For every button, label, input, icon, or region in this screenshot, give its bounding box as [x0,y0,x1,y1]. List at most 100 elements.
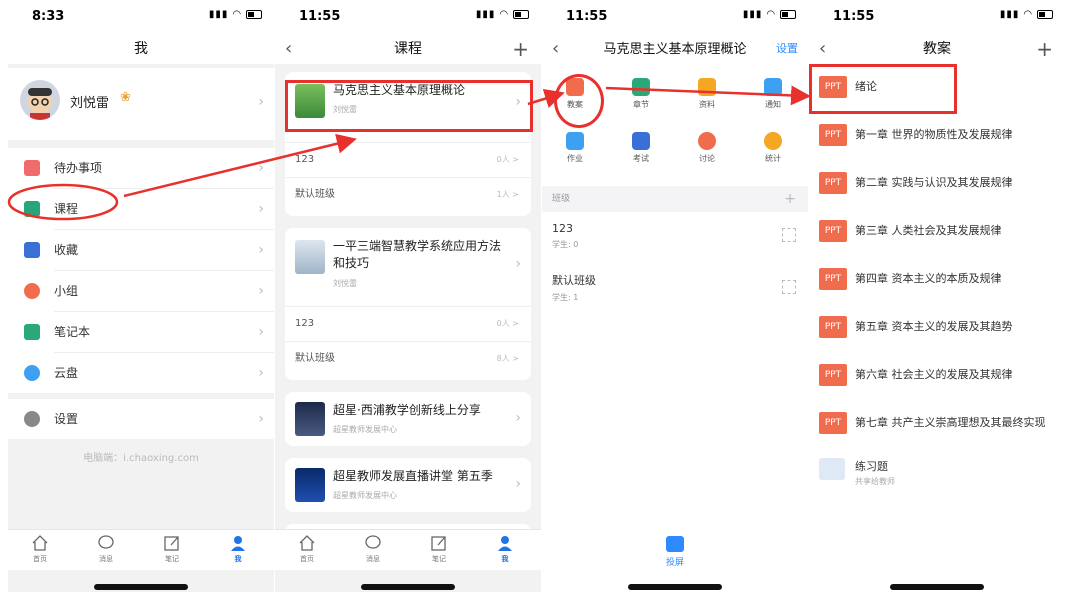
lesson-item[interactable]: PPT 第六章 社会主义的发展及其规律 [809,352,1065,400]
lesson-item[interactable]: PPT 第一章 世界的物质性及发展规律 [809,112,1065,160]
group-icon [24,283,40,299]
grid-item-exam[interactable]: 考试 [616,132,666,164]
status-icons: ▮▮▮ ◠ [743,9,796,20]
class-item[interactable]: 默认班级 学生: 1 [552,272,596,303]
status-time: 11:55 [833,9,875,24]
menu-item-todo[interactable]: 待办事项 › [8,148,274,188]
class-row[interactable]: 123 0人 > [285,142,531,177]
chevron-right-icon: › [258,283,264,299]
tab-messages[interactable]: 消息 [353,534,393,564]
add-icon[interactable]: + [512,34,529,64]
course-card[interactable]: 超星教师发展直播讲堂 第五季 超星教师发展中心 › [285,458,531,512]
qr-code-icon[interactable] [782,280,796,294]
bookmark-icon [24,242,40,258]
lesson-item[interactable]: PPT 第二章 实践与认识及其发展规律 [809,160,1065,208]
homework-icon [566,132,584,150]
page-title: 马克思主义基本原理概论 [603,42,747,57]
menu-item-label: 小组 [54,284,79,298]
grid-item-stats[interactable]: 统计 [748,132,798,164]
grid-item-discussion[interactable]: 讨论 [682,132,732,164]
notebook-icon [24,324,40,340]
lesson-item[interactable]: PPT 第三章 人类社会及其发展规律 [809,208,1065,256]
status-icons: ▮▮▮ ◠ [1000,9,1053,20]
tab-notes[interactable]: 笔记 [152,534,192,564]
menu-item-notebook[interactable]: 笔记本 › [8,312,274,352]
course-title: 超星教师发展直播讲堂 第五季 [333,469,493,483]
back-icon[interactable]: ‹ [819,34,826,64]
tab-me[interactable]: 我 [485,534,525,564]
course-author: 超星教师发展中心 [333,491,397,500]
tab-messages[interactable]: 消息 [86,534,126,564]
menu-item-label: 笔记本 [54,325,91,339]
battery-icon [1037,9,1053,19]
profile-badge-icon: ❀ [120,90,131,105]
class-row[interactable]: 123 0人 > [285,306,531,341]
menu-item-bookmarks[interactable]: 收藏 › [8,230,274,270]
grid-item-materials[interactable]: 资料 [682,78,732,110]
course-card[interactable]: 超星·西浦教学创新线上分享 超星教师发展中心 › [285,392,531,446]
cast-label: 投屏 [665,558,684,568]
menu-item-cloud[interactable]: 云盘 › [8,353,274,393]
user-icon [231,536,245,551]
add-icon[interactable]: + [1036,34,1053,64]
status-time: 11:55 [566,9,608,24]
menu-item-course[interactable]: 课程 › [8,189,274,229]
tab-home[interactable]: 首页 [287,534,327,564]
course-thumbnail [295,468,325,502]
menu-item-settings[interactable]: 设置 › [8,399,274,439]
grid-item-label: 资料 [699,100,715,109]
grid-item-label: 考试 [633,154,649,163]
grid-item-label: 作业 [567,154,583,163]
course-header[interactable]: 一平三端智慧教学系统应用方法和技巧 刘悦雷 › [285,228,531,302]
grid-item-chapter[interactable]: 章节 [616,78,666,110]
battery-icon [780,9,796,19]
back-icon[interactable]: ‹ [552,34,559,64]
grid-item-homework[interactable]: 作业 [550,132,600,164]
class-students: 学生: 1 [552,293,579,302]
class-count: 1人 > [496,190,519,199]
lesson-item[interactable]: PPT 第四章 资本主义的本质及规律 [809,256,1065,304]
phone-course-list-screen: 11:55 ▮▮▮ ◠ ‹ 课程 + 马克思主义基本原理概论 刘悦雷 › 123… [275,0,541,592]
tab-notes[interactable]: 笔记 [419,534,459,564]
course-author: 超星教师发展中心 [333,425,397,434]
ppt-file-icon: PPT [819,364,847,386]
menu-item-group[interactable]: 小组 › [8,271,274,311]
lesson-item[interactable]: PPT 第五章 资本主义的发展及其趋势 [809,304,1065,352]
lesson-title: 第五章 资本主义的发展及其趋势 [855,320,1013,333]
course-title: 一平三端智慧教学系统应用方法和技巧 [333,239,502,270]
class-name: 默认班级 [552,274,596,287]
class-name: 默认班级 [295,353,335,364]
section-title: 班级 [552,194,571,204]
profile-row[interactable]: 刘悦雷 ❀ › [8,68,274,140]
class-row[interactable]: 默认班级 8人 > [285,341,531,376]
tab-me[interactable]: 我 [218,534,258,564]
battery-icon [246,9,262,19]
course-thumbnail [295,240,325,274]
chevron-right-icon: › [258,411,264,427]
back-icon[interactable]: ‹ [285,34,292,64]
notice-icon [764,78,782,96]
menu-item-label: 云盘 [54,366,79,380]
status-bar: 11:55 ▮▮▮ ◠ [809,0,1065,34]
course-card: 一平三端智慧教学系统应用方法和技巧 刘悦雷 › 123 0人 > 默认班级 8人… [285,228,531,380]
phone-lesson-plan-screen: 11:55 ▮▮▮ ◠ ‹ 教案 + PPT 绪论 PPT 第一章 世界的物质性及发… [809,0,1065,592]
grid-item-notice[interactable]: 通知 [748,78,798,110]
status-bar: 11:55 ▮▮▮ ◠ [542,0,808,34]
status-time: 8:33 [32,9,65,24]
grid-item-label: 讨论 [699,154,715,163]
qr-code-icon[interactable] [782,228,796,242]
add-icon[interactable]: + [784,186,796,212]
avatar [20,80,60,120]
class-row[interactable]: 默认班级 1人 > [285,177,531,212]
folder-item[interactable]: 练习题 共享给教师 [809,448,1065,496]
cast-button[interactable]: 投屏 [655,536,695,568]
class-item[interactable]: 123 学生: 0 [552,222,578,250]
tab-home[interactable]: 首页 [20,534,60,564]
settings-link[interactable]: 设置 [776,34,798,64]
tab-label: 我 [234,555,242,563]
lesson-item[interactable]: PPT 第七章 共产主义崇高理想及其最终实现 [809,400,1065,448]
lesson-title: 第七章 共产主义崇高理想及其最终实现 [855,416,1046,429]
ppt-file-icon: PPT [819,220,847,242]
tab-label: 我 [501,555,509,563]
nav-bar: 我 [8,34,274,64]
